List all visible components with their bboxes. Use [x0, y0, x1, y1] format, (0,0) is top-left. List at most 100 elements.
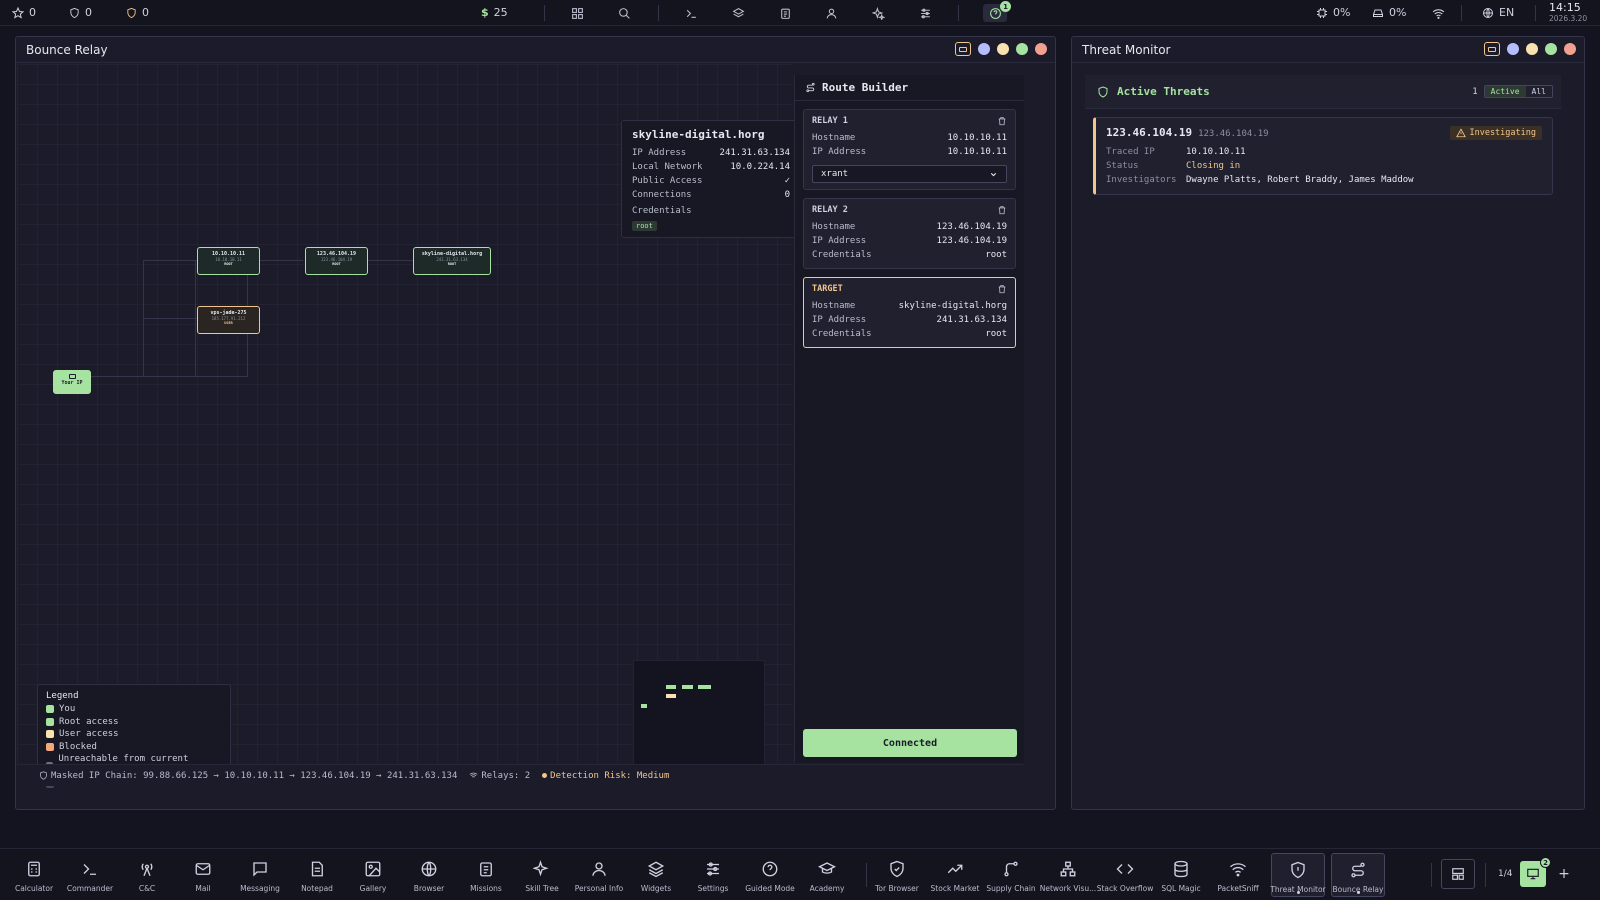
- minimize-button[interactable]: [997, 43, 1009, 55]
- clipboard-icon[interactable]: [777, 5, 793, 21]
- maximize-button[interactable]: [1545, 43, 1557, 55]
- sliders-icon[interactable]: [917, 5, 933, 21]
- minimap[interactable]: [633, 660, 765, 776]
- taskbar-app-academy[interactable]: Academy: [800, 853, 854, 897]
- taskbar-app-commander[interactable]: Commander: [63, 853, 117, 897]
- taskbar-app-gallery[interactable]: Gallery: [346, 853, 400, 897]
- layers-icon[interactable]: [730, 5, 746, 21]
- window-dot-1[interactable]: [978, 43, 990, 55]
- language-selector[interactable]: EN: [1482, 6, 1514, 19]
- taskbar-app-c-c[interactable]: C&C: [120, 853, 174, 897]
- bounce-title-bar[interactable]: Bounce Relay: [16, 37, 1055, 63]
- help-icon: [760, 859, 780, 879]
- wifi-icon[interactable]: [1430, 5, 1446, 21]
- search-icon[interactable]: [616, 5, 632, 21]
- trending-up-icon: [945, 859, 965, 879]
- info-row: Connections 0: [632, 190, 790, 200]
- shield-icon: [70, 7, 79, 18]
- taskbar-app-label: Settings: [697, 884, 729, 893]
- cpu-indicator[interactable]: 0%: [1316, 6, 1350, 19]
- legend-item: You: [46, 703, 222, 716]
- node-vps-jade[interactable]: vps-jade-275 185.177.91.212 USER: [197, 306, 260, 334]
- taskbar-app-browser[interactable]: Browser: [402, 853, 456, 897]
- relay-row: IP Address 10.10.10.11: [812, 147, 1007, 157]
- terminal-icon[interactable]: [683, 5, 699, 21]
- help-notification-icon[interactable]: 1: [983, 1, 1011, 22]
- image-icon: [363, 859, 383, 879]
- shield-counter-2[interactable]: 0: [126, 6, 149, 19]
- taskbar-app-label: SQL Magic: [1161, 884, 1201, 893]
- connected-button[interactable]: Connected: [803, 729, 1017, 757]
- taskbar-app-label: Missions: [470, 884, 502, 893]
- stars-counter[interactable]: 0: [12, 6, 36, 19]
- taskbar-app-label: Tor Browser: [875, 884, 919, 893]
- taskbar-app-mail[interactable]: Mail: [176, 853, 230, 897]
- shield-counter-1[interactable]: 0: [69, 6, 92, 19]
- taskbar-app-missions[interactable]: Missions: [459, 853, 513, 897]
- trash-icon[interactable]: [997, 205, 1007, 215]
- taskbar-app-skill-tree[interactable]: Skill Tree: [515, 853, 569, 897]
- clock-time: 14:15: [1549, 1, 1581, 14]
- threat-filter: Active All: [1483, 85, 1553, 98]
- taskbar-app-packetsniff[interactable]: PacketSniff: [1211, 853, 1265, 897]
- node-relay-2[interactable]: 123.46.104.19 123.46.104.19 ROOT: [305, 247, 368, 275]
- workspace-indicator[interactable]: 1/4: [1498, 869, 1512, 879]
- close-button[interactable]: [1035, 43, 1047, 55]
- shield-icon: [40, 771, 47, 780]
- node-target[interactable]: skyline-digital.horg 241.31.63.134 ROOT: [413, 247, 491, 275]
- taskbar-app-calculator[interactable]: Calculator: [7, 853, 61, 897]
- taskbar-app-stock-market[interactable]: Stock Market: [928, 853, 982, 897]
- trash-icon[interactable]: [997, 284, 1007, 294]
- taskbar-app-guided-mode[interactable]: Guided Mode: [743, 853, 797, 897]
- taskbar-app-bounce-relay[interactable]: Bounce Relay: [1331, 853, 1385, 897]
- threat-title-bar[interactable]: Threat Monitor: [1072, 37, 1584, 63]
- threat-row: Traced IP 10.10.10.11: [1106, 147, 1246, 157]
- node-your-ip[interactable]: Your IP: [53, 370, 91, 394]
- relay-row: Hostname 123.46.104.19: [812, 222, 1007, 232]
- threat-card[interactable]: 123.46.104.19 123.46.104.19 Investigating…: [1093, 117, 1553, 195]
- route-icon: [1348, 860, 1368, 880]
- node-relay-1[interactable]: 10.10.10.11 10.10.10.11 ROOT: [197, 247, 260, 275]
- credential-chip[interactable]: root: [632, 221, 657, 231]
- filter-all-tab[interactable]: All: [1526, 86, 1552, 97]
- trash-icon[interactable]: [997, 116, 1007, 126]
- credential-select[interactable]: xrant: [812, 165, 1007, 183]
- workspace-active-button[interactable]: 2: [1520, 857, 1551, 887]
- filter-active-tab[interactable]: Active: [1484, 86, 1526, 97]
- user-icon[interactable]: [823, 5, 839, 21]
- shield2-value: 0: [142, 6, 149, 19]
- route-builder-header: Route Builder: [795, 75, 1024, 101]
- route-icon: [806, 82, 815, 93]
- money-counter[interactable]: $ 25: [481, 6, 508, 19]
- relay-row: Hostname 10.10.10.11: [812, 133, 1007, 143]
- taskbar-app-notepad[interactable]: Notepad: [290, 853, 344, 897]
- taskbar-app-network-visu[interactable]: Network Visu...: [1040, 853, 1096, 897]
- taskbar-app-supply-chain[interactable]: Supply Chain: [984, 853, 1038, 897]
- window-dot-1[interactable]: [1507, 43, 1519, 55]
- taskbar-app-messaging[interactable]: Messaging: [233, 853, 287, 897]
- sparkle-icon[interactable]: [870, 5, 886, 21]
- taskbar-app-threat-monitor[interactable]: Threat Monitor: [1270, 853, 1326, 897]
- snap-button[interactable]: [1484, 42, 1500, 56]
- clock[interactable]: 14:15 2026.3.20: [1549, 2, 1587, 24]
- grid-icon[interactable]: [569, 5, 585, 21]
- minimize-button[interactable]: [1526, 43, 1538, 55]
- maximize-button[interactable]: [1016, 43, 1028, 55]
- close-button[interactable]: [1564, 43, 1576, 55]
- disk-indicator[interactable]: 0%: [1372, 6, 1406, 19]
- taskbar-app-personal-info[interactable]: Personal Info: [572, 853, 626, 897]
- warning-icon: [1456, 128, 1467, 138]
- taskbar-app-label: Stock Market: [930, 884, 980, 893]
- taskbar-app-sql-magic[interactable]: SQL Magic: [1154, 853, 1208, 897]
- add-workspace-icon[interactable]: +: [1556, 866, 1572, 882]
- taskbar-app-label: Academy: [809, 884, 845, 893]
- taskbar-app-widgets[interactable]: Widgets: [629, 853, 683, 897]
- globe-icon: [419, 859, 439, 879]
- chain-status: Masked IP Chain: 99.88.66.125 → 10.10.10…: [39, 771, 457, 781]
- workspace-switcher-button[interactable]: [1441, 859, 1475, 889]
- taskbar-app-settings[interactable]: Settings: [686, 853, 740, 897]
- network-canvas[interactable]: 10.10.10.11 10.10.10.11 ROOT 123.46.104.…: [17, 64, 801, 789]
- snap-button[interactable]: [955, 42, 971, 56]
- taskbar-app-tor-browser[interactable]: Tor Browser: [870, 853, 924, 897]
- taskbar-app-stack-overflow[interactable]: Stack Overflow: [1097, 853, 1153, 897]
